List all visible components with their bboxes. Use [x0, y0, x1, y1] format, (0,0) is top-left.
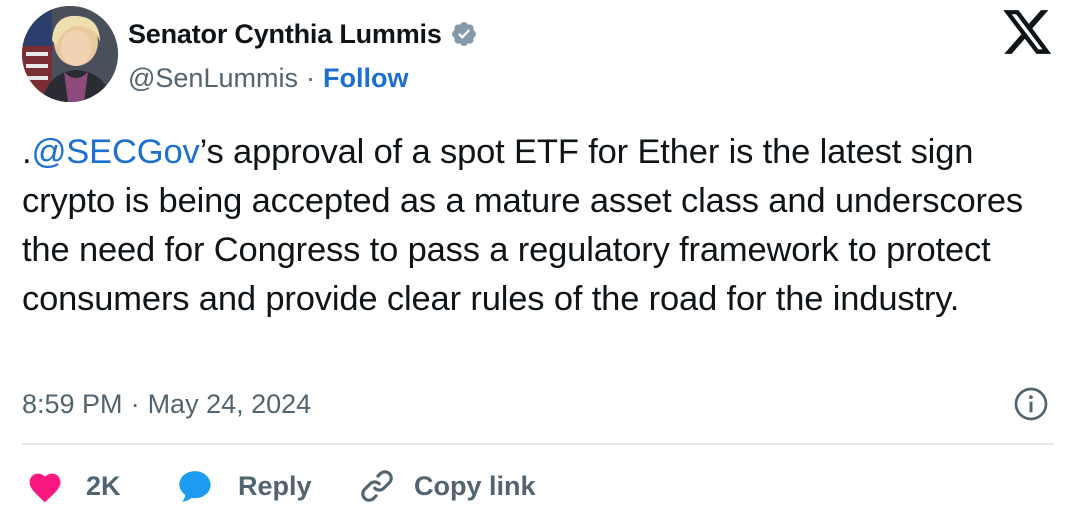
tweet-text: .@SECGov’s approval of a spot ETF for Et… [22, 128, 1052, 324]
author-name-row: Senator Cynthia Lummis [128, 14, 478, 54]
verified-badge-icon[interactable] [450, 20, 478, 48]
like-button[interactable]: 2K [26, 469, 176, 503]
x-logo-icon[interactable] [1003, 10, 1053, 56]
divider [22, 443, 1054, 445]
action-bar: 2K Reply Copy link [26, 464, 536, 508]
heart-icon [26, 469, 64, 503]
author-display-name[interactable]: Senator Cynthia Lummis [128, 19, 442, 50]
handle-separator: · [305, 62, 315, 93]
author-handle[interactable]: @SenLummis [128, 63, 298, 94]
author-handle-row: @SenLummis · Follow [128, 58, 408, 98]
copy-link-button[interactable]: Copy link [358, 467, 536, 505]
avatar[interactable] [22, 6, 118, 102]
reply-label: Reply [238, 470, 312, 501]
avatar-photo [22, 6, 118, 102]
reply-button[interactable]: Reply [176, 468, 358, 504]
link-icon [358, 467, 396, 505]
tweet-date: May 24, 2024 [147, 388, 312, 419]
info-icon[interactable] [1013, 386, 1049, 422]
mention-link[interactable]: @SECGov [31, 133, 199, 171]
like-count: 2K [86, 470, 121, 501]
copy-link-label: Copy link [414, 470, 536, 501]
tweet-timestamp[interactable]: 8:59 PM · May 24, 2024 [22, 384, 311, 424]
follow-button[interactable]: Follow [323, 63, 408, 94]
timestamp-separator: · [130, 388, 140, 419]
tweet-time: 8:59 PM [22, 388, 123, 419]
speech-bubble-icon [176, 468, 214, 504]
